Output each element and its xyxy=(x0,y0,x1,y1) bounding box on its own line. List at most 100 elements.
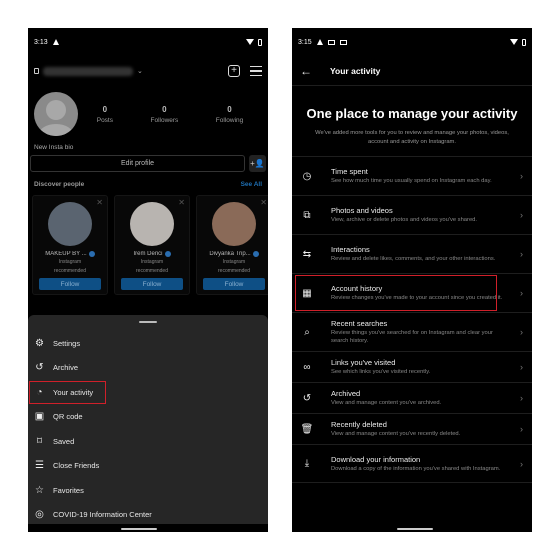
menu-item-your-activity[interactable]: ◔ Your activity xyxy=(28,380,268,405)
activity-icon: ◔ xyxy=(36,386,43,398)
item-title: Recent searches xyxy=(331,319,388,328)
edit-profile-button[interactable]: Edit profile xyxy=(30,155,245,172)
chevron-right-icon: › xyxy=(520,327,523,337)
see-all-link[interactable]: See All xyxy=(241,181,262,188)
add-user-icon: +👤 xyxy=(250,159,265,168)
stat-posts[interactable]: 0 Posts xyxy=(97,105,113,124)
suggestion-subtitle: recommended xyxy=(136,268,168,274)
interactions-icon: ⇆ xyxy=(302,248,312,260)
activity-item-photos-videos[interactable]: ⧉ Photos and videos View, archive or dele… xyxy=(292,195,532,234)
follow-button[interactable]: Follow xyxy=(39,278,101,290)
suggestion-card[interactable]: ✕ Divyanka Trip... Instagram recommended… xyxy=(196,195,268,295)
activity-list: ◷ Time spent See how much time you usuall… xyxy=(292,156,532,483)
chevron-right-icon: › xyxy=(520,362,523,372)
activity-item-recent-searches[interactable]: ⌕ Recent searches Review things you've se… xyxy=(292,312,532,351)
suggestion-name: İrem Derici xyxy=(133,251,163,257)
suggestion-subtitle: Instagram xyxy=(58,259,82,265)
wifi-icon xyxy=(246,39,254,45)
suggestion-photo[interactable] xyxy=(48,202,92,246)
page-title: Your activity xyxy=(330,65,381,76)
suggestion-name: MAKEUP BY ... xyxy=(45,251,87,257)
suggestion-photo[interactable] xyxy=(130,202,174,246)
chevron-right-icon: › xyxy=(520,249,523,259)
stat-following[interactable]: 0 Following xyxy=(216,105,243,124)
menu-item-label: Your activity xyxy=(53,387,94,397)
item-desc: Review changes you've made to your accou… xyxy=(331,295,503,301)
suggestion-subtitle: recommended xyxy=(54,268,86,274)
suggestion-name: Divyanka Trip... xyxy=(209,251,251,257)
home-indicator[interactable] xyxy=(121,528,157,530)
username-blurred xyxy=(43,66,133,76)
menu-item-label: Close Friends xyxy=(53,461,100,471)
verified-icon xyxy=(164,251,171,257)
dismiss-icon[interactable]: ✕ xyxy=(96,198,103,207)
link-icon: ∞ xyxy=(303,361,311,373)
account-switcher[interactable]: ⌄ xyxy=(34,66,143,76)
star-icon: ☆ xyxy=(35,484,44,496)
sheet-grabber[interactable] xyxy=(139,321,157,323)
item-desc: See how much time you usually spend on I… xyxy=(331,178,492,184)
item-desc: See which links you've visited recently. xyxy=(331,369,431,375)
page-header: ← Your activity xyxy=(292,56,532,86)
home-indicator[interactable] xyxy=(397,528,433,530)
item-desc: Review things you've searched for on Ins… xyxy=(331,330,493,344)
suggestion-subtitle: recommended xyxy=(218,268,250,274)
menu-icon[interactable] xyxy=(250,66,262,76)
activity-item-time-spent[interactable]: ◷ Time spent See how much time you usuall… xyxy=(292,156,532,195)
activity-item-recently-deleted[interactable]: 🗑 Recently deleted View and manage conten… xyxy=(292,413,532,444)
activity-item-archived[interactable]: ↺ Archived View and manage content you've… xyxy=(292,382,532,413)
activity-item-account-history[interactable]: ▦ Account history Review changes you've m… xyxy=(292,273,532,312)
trash-icon: 🗑 xyxy=(300,423,314,435)
profile-header: ⌄ + xyxy=(28,56,268,86)
archive-icon: ↺ xyxy=(35,362,44,374)
suggestion-cards: ✕ MAKEUP BY ... Instagram recommended Fo… xyxy=(28,188,268,295)
menu-item-archive[interactable]: ↺ Archive xyxy=(28,356,268,381)
avatar[interactable] xyxy=(34,92,78,136)
activity-item-interactions[interactable]: ⇆ Interactions Review and delete likes, c… xyxy=(292,234,532,273)
follow-button[interactable]: Follow xyxy=(203,278,265,290)
status-time: 3:13 xyxy=(34,38,48,46)
item-title: Account history xyxy=(331,284,383,293)
menu-item-label: COVID-19 Information Center xyxy=(53,510,152,520)
item-desc: View and manage content you've recently … xyxy=(331,431,461,437)
menu-item-close-friends[interactable]: ☰ Close Friends xyxy=(28,454,268,479)
stat-followers[interactable]: 0 Followers xyxy=(150,105,178,124)
back-arrow-icon[interactable]: ← xyxy=(300,64,312,78)
new-post-icon[interactable]: + xyxy=(228,65,240,77)
suggestion-card[interactable]: ✕ MAKEUP BY ... Instagram recommended Fo… xyxy=(32,195,108,295)
discover-title: Discover people xyxy=(34,181,85,188)
chevron-down-icon: ⌄ xyxy=(137,68,143,75)
menu-item-label: Favorites xyxy=(53,485,84,495)
verified-icon xyxy=(88,251,95,257)
dismiss-icon[interactable]: ✕ xyxy=(178,198,185,207)
menu-item-favorites[interactable]: ☆ Favorites xyxy=(28,478,268,503)
suggestion-card[interactable]: ✕ İrem Derici Instagram recommended Foll… xyxy=(114,195,190,295)
item-title: Interactions xyxy=(331,245,370,254)
item-desc: Download a copy of the information you'v… xyxy=(331,465,501,472)
alert-icon xyxy=(316,39,323,45)
menu-item-qr-code[interactable]: ▣ QR code xyxy=(28,405,268,430)
menu-item-label: Archive xyxy=(53,363,79,373)
discover-people-button[interactable]: +👤 xyxy=(249,155,266,172)
suggestion-photo[interactable] xyxy=(212,202,256,246)
hero-title: One place to manage your activity xyxy=(306,106,518,121)
activity-item-download-info[interactable]: ⤓ Download your information Download a co… xyxy=(292,444,532,483)
archive-icon: ↺ xyxy=(302,392,312,404)
notification-icon xyxy=(339,39,347,45)
media-icon: ⧉ xyxy=(303,209,311,221)
dismiss-icon[interactable]: ✕ xyxy=(260,198,267,207)
status-bar: 3:15 xyxy=(292,28,532,56)
menu-item-covid[interactable]: ◎ COVID-19 Information Center xyxy=(28,503,268,528)
covid-info-icon: ◎ xyxy=(35,509,44,521)
menu-item-label: QR code xyxy=(53,412,83,422)
follow-button[interactable]: Follow xyxy=(121,278,183,290)
menu-item-settings[interactable]: ⚙ Settings xyxy=(28,331,268,356)
menu-item-saved[interactable]: ⌑ Saved xyxy=(28,429,268,454)
status-bar: 3:13 xyxy=(28,28,268,56)
activity-item-links-visited[interactable]: ∞ Links you've visited See which links yo… xyxy=(292,351,532,382)
download-icon: ⤓ xyxy=(304,458,310,469)
chevron-right-icon: › xyxy=(520,393,523,403)
your-activity-screen: 3:15 ← Your activity One place to manage… xyxy=(292,28,532,532)
clock-icon: ◷ xyxy=(302,170,312,182)
notification-icon xyxy=(327,39,335,45)
